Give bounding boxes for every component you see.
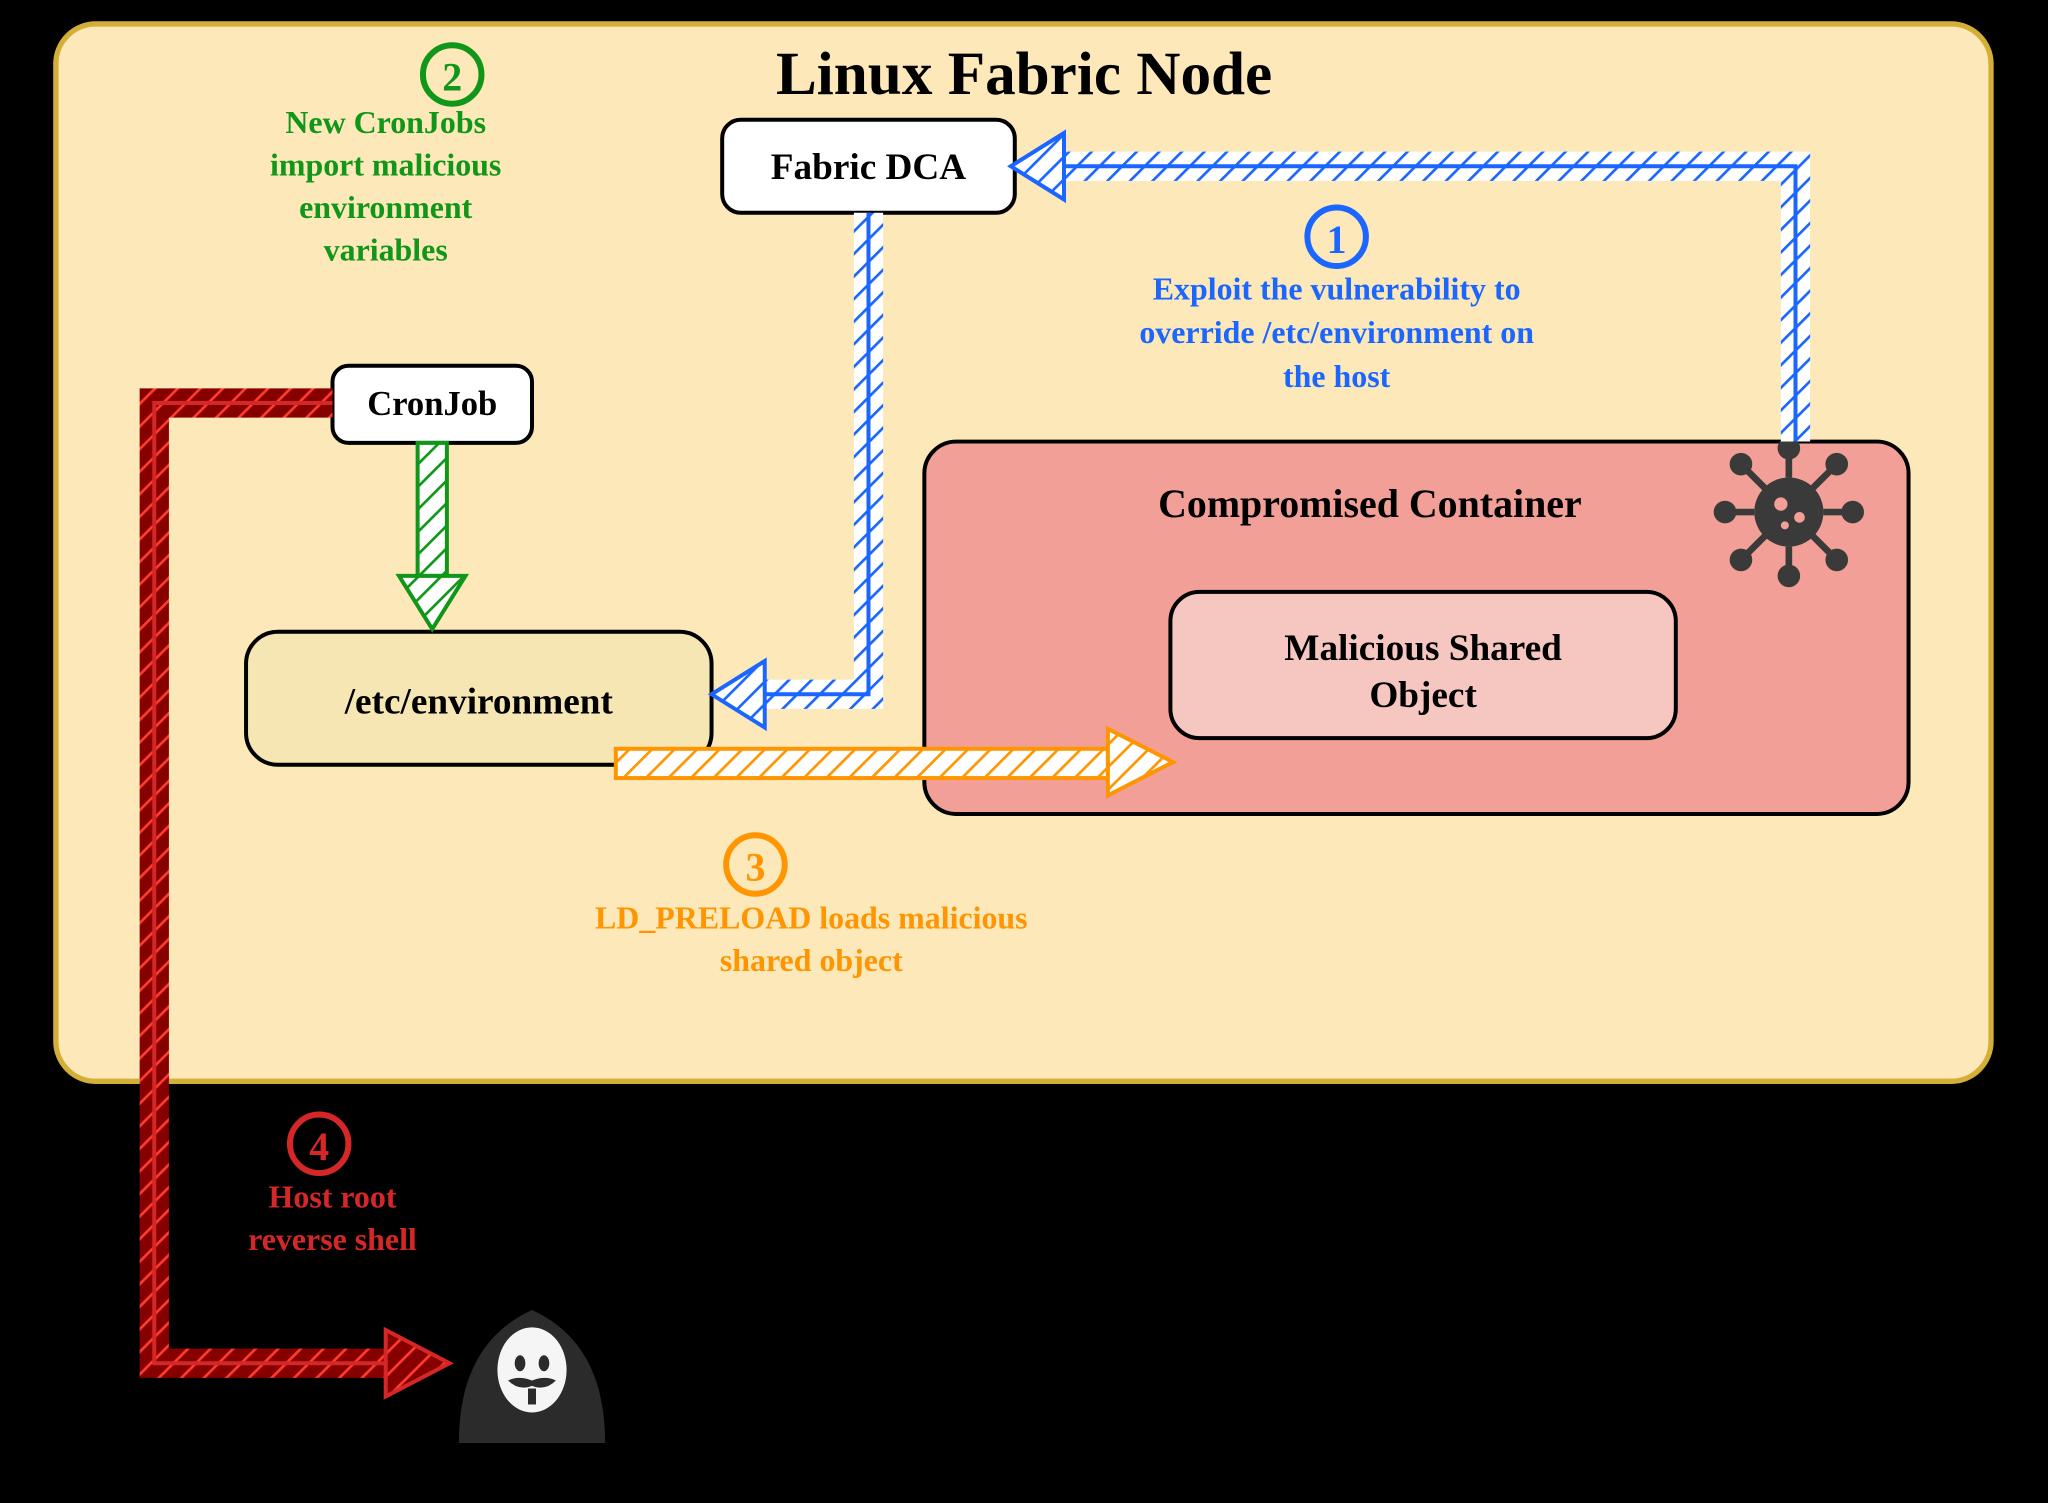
step2-num: 2: [442, 55, 462, 100]
step1-note-l2: override /etc/environment on: [1139, 315, 1534, 350]
step3-note-l1: LD_PRELOAD loads malicious: [595, 900, 1028, 935]
step2-note-l4: variables: [324, 233, 448, 268]
hacker-icon: [459, 1310, 605, 1443]
compromised-container-label: Compromised Container: [1158, 481, 1582, 526]
step3-note-l2: shared object: [720, 943, 903, 978]
step2-note-l2: import malicious: [270, 148, 501, 183]
step2-note-l1: New CronJobs: [285, 105, 486, 140]
step1-note-l3: the host: [1283, 359, 1391, 394]
step1-num: 1: [1327, 217, 1347, 262]
step3-num: 3: [745, 845, 765, 890]
step4-note-l2: reverse shell: [248, 1222, 417, 1257]
arrow-step4: [386, 1330, 450, 1397]
etc-environment-label: /etc/environment: [344, 681, 614, 722]
fabric-dca-label: Fabric DCA: [771, 147, 967, 188]
step4-note-l1: Host root: [269, 1180, 397, 1215]
malicious-shared-object-label-line2: Object: [1369, 675, 1477, 716]
attack-diagram: Linux Fabric Node Fabric DCA CronJob /et…: [0, 0, 2048, 1503]
diagram-title: Linux Fabric Node: [776, 40, 1272, 108]
malicious-shared-object-label-line1: Malicious Shared: [1284, 628, 1562, 669]
step4-num: 4: [309, 1124, 329, 1169]
step1-note-l1: Exploit the vulnerability to: [1153, 271, 1521, 306]
virus-icon: [1717, 440, 1861, 584]
step2-note-l3: environment: [299, 190, 472, 225]
cronjob-label: CronJob: [367, 385, 497, 423]
